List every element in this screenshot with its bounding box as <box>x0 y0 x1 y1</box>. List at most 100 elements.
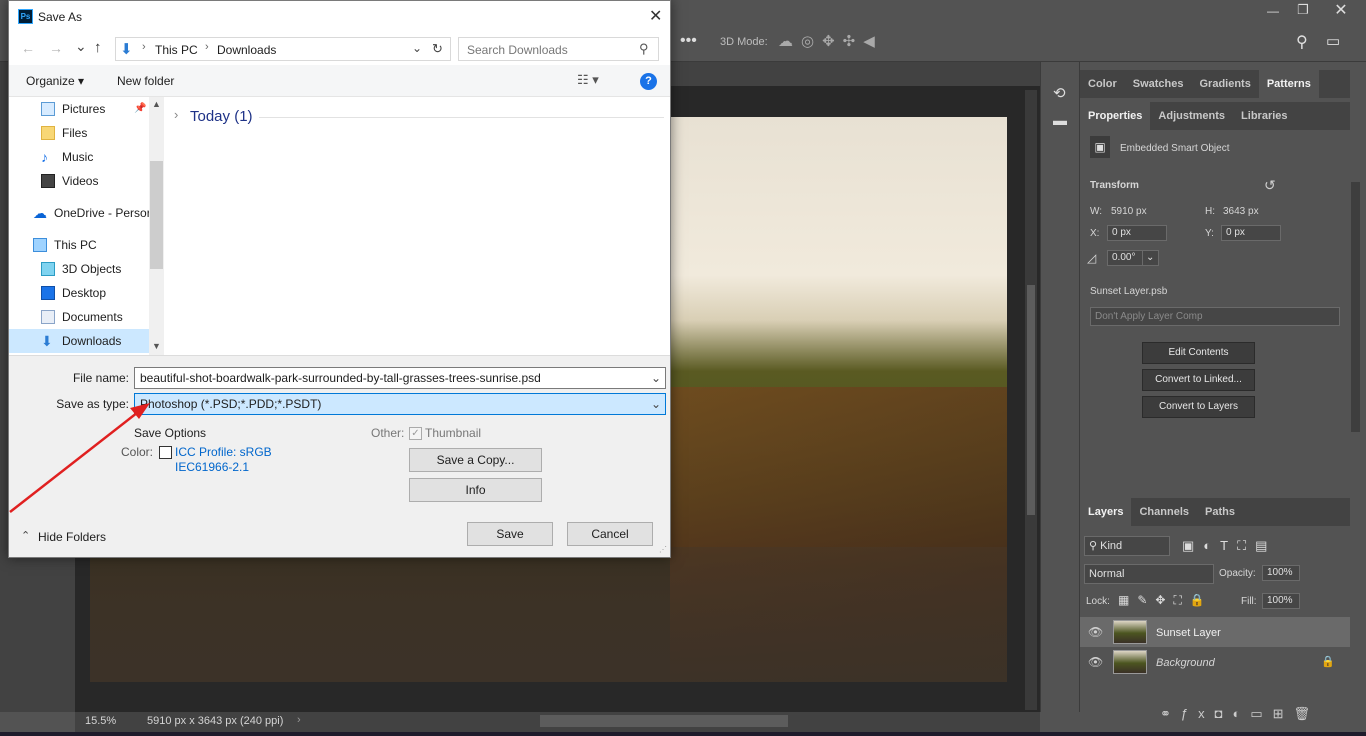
status-bar: 15.5% 5910 px x 3643 px (240 ppi) › <box>75 712 1040 732</box>
boardwalk-deck <box>90 547 1007 682</box>
workspace-icon[interactable]: ▭ <box>1326 32 1340 50</box>
smart-object-label: Embedded Smart Object <box>1120 143 1230 154</box>
close-icon[interactable]: ✕ <box>649 6 662 26</box>
minimize-icon[interactable]: — <box>1264 4 1282 18</box>
annotation-arrow <box>9 403 150 513</box>
layer-row-background[interactable]: 👁 Background 🔒 <box>1080 647 1350 677</box>
layers-panel-tabs: Layers Channels Paths <box>1080 498 1350 526</box>
thumbnail-label: Thumbnail <box>425 426 482 440</box>
group-divider <box>259 117 664 118</box>
tab-color[interactable]: Color <box>1080 70 1125 98</box>
lock-label: Lock: <box>1086 596 1110 607</box>
tab-paths[interactable]: Paths <box>1197 498 1243 526</box>
info-button[interactable]: Info <box>409 478 542 502</box>
convert-to-layers-button[interactable]: Convert to Layers <box>1142 396 1255 418</box>
right-panels: Color Swatches Gradients Patterns Propertie… <box>1080 62 1366 732</box>
opacity-label: Opacity: <box>1219 568 1256 579</box>
layer-actions-icons[interactable]: ⚭ƒx◘◐▭⊞🗑 <box>1160 706 1320 722</box>
layer-thumbnail <box>1113 620 1147 644</box>
search-icon: ⚲ <box>639 41 649 56</box>
tab-adjustments[interactable]: Adjustments <box>1150 102 1233 130</box>
width-value[interactable]: 5910 px <box>1111 206 1147 217</box>
save-type-select[interactable]: Photoshop (*.PSD;*.PDD;*.PSDT) <box>134 393 666 415</box>
status-arrow-icon[interactable]: › <box>297 714 301 726</box>
layer-comp-select[interactable]: Don't Apply Layer Comp <box>1090 307 1340 326</box>
arrow-line <box>9 408 143 513</box>
comments-icon[interactable]: ▬ <box>1053 112 1067 128</box>
kind-label: Kind <box>1100 540 1123 552</box>
tab-layers[interactable]: Layers <box>1080 498 1132 526</box>
tab-patterns[interactable]: Patterns <box>1258 70 1319 98</box>
history-icon[interactable]: ⟲ <box>1053 84 1066 102</box>
canvas-horizontal-scrollbar[interactable] <box>540 715 788 727</box>
lock-icon: 🔒 <box>1321 656 1335 668</box>
smart-object-icon: ▣ <box>1090 136 1110 158</box>
tab-properties[interactable]: Properties <box>1080 102 1151 130</box>
document-info: 5910 px x 3643 px (240 ppi) <box>147 715 284 727</box>
y-label: Y: <box>1205 228 1214 239</box>
view-options-icon[interactable]: ☷ ▾ <box>577 72 599 88</box>
tab-libraries[interactable]: Libraries <box>1233 102 1295 130</box>
breadcrumb-downloads[interactable]: Downloads <box>217 43 276 57</box>
angle-icon: ◿ <box>1087 251 1097 265</box>
tab-channels[interactable]: Channels <box>1131 498 1197 526</box>
save-a-copy-button[interactable]: Save a Copy... <box>409 448 542 472</box>
visibility-eye-icon[interactable]: 👁 <box>1088 654 1103 670</box>
canvas-vertical-scrollbar[interactable] <box>1025 90 1037 710</box>
refresh-icon[interactable]: ↻ <box>432 41 443 57</box>
color-panel-tabs: Color Swatches Gradients Patterns <box>1080 70 1350 98</box>
opacity-field[interactable]: 100% <box>1262 565 1300 581</box>
3d-mode-icons[interactable]: ☁◎✥✣◀ <box>778 32 883 50</box>
zoom-level[interactable]: 15.5% <box>85 715 116 727</box>
breadcrumb-separator-icon: › <box>205 41 209 53</box>
fill-label: Fill: <box>1241 596 1257 607</box>
layer-row-sunset[interactable]: 👁 Sunset Layer <box>1080 617 1350 647</box>
height-value[interactable]: 3643 px <box>1223 206 1259 217</box>
linked-file-name: Sunset Layer.psb <box>1090 286 1168 297</box>
fill-field[interactable]: 100% <box>1262 593 1300 609</box>
properties-panel-tabs: Properties Adjustments Libraries <box>1080 102 1350 130</box>
resize-grip-icon[interactable]: ⋰ <box>659 545 667 554</box>
chevron-down-icon[interactable]: ⌄ <box>412 41 422 55</box>
x-field[interactable]: 0 px <box>1107 225 1167 241</box>
tab-swatches[interactable]: Swatches <box>1125 70 1192 98</box>
properties-scrollbar[interactable] <box>1351 182 1360 432</box>
angle-dropdown-icon[interactable]: ⌄ <box>1142 250 1159 266</box>
chevron-down-icon[interactable]: ⌄ <box>651 371 661 385</box>
restore-icon[interactable]: ❐ <box>1294 2 1312 18</box>
chevron-down-icon[interactable]: ⌄ <box>651 397 661 411</box>
chevron-up-icon[interactable]: ⌃ <box>21 529 30 542</box>
hide-folders-button[interactable]: Hide Folders <box>38 530 106 544</box>
y-field[interactable]: 0 px <box>1221 225 1281 241</box>
thumbnail-checkbox: ✓ <box>409 427 422 440</box>
width-label: W: <box>1090 206 1103 217</box>
save-button[interactable]: Save <box>467 522 553 546</box>
3d-mode-label: 3D Mode: <box>720 36 768 48</box>
search-icon[interactable]: ⚲ <box>1296 32 1308 52</box>
edit-contents-button[interactable]: Edit Contents <box>1142 342 1255 364</box>
cancel-button[interactable]: Cancel <box>567 522 653 546</box>
layer-name[interactable]: Background <box>1156 657 1215 669</box>
blend-mode-select[interactable]: Normal <box>1084 564 1214 584</box>
taskbar <box>0 732 1366 736</box>
file-list: › Today (1) <box>164 97 670 355</box>
reset-transform-icon[interactable]: ↺ <box>1264 177 1276 193</box>
search-box[interactable]: Search Downloads ⚲ <box>458 37 659 61</box>
layer-filter-icons[interactable]: ▣◐T⛶▤ <box>1182 538 1276 554</box>
file-name-input[interactable]: beautiful-shot-boardwalk-park-surrounded… <box>134 367 666 389</box>
panel-dock-strip: ⟲ ▬ <box>1040 62 1080 712</box>
other-label: Other: <box>371 426 405 440</box>
layer-name[interactable]: Sunset Layer <box>1156 627 1221 639</box>
convert-to-linked-button[interactable]: Convert to Linked... <box>1142 369 1255 391</box>
filter-kind-select[interactable]: ⚲ Kind <box>1084 536 1170 556</box>
x-label: X: <box>1090 228 1100 239</box>
help-icon[interactable]: ? <box>640 73 657 90</box>
search-input[interactable]: Search Downloads <box>467 43 568 57</box>
close-icon[interactable]: ✕ <box>1328 0 1354 20</box>
lock-icons[interactable]: ▦✎✥⛶🔒 <box>1118 593 1213 608</box>
height-label: H: <box>1205 206 1215 217</box>
more-options-icon[interactable]: ••• <box>680 32 697 50</box>
transform-heading: Transform <box>1090 180 1139 191</box>
tab-gradients[interactable]: Gradients <box>1191 70 1258 98</box>
visibility-eye-icon[interactable]: 👁 <box>1088 624 1103 640</box>
